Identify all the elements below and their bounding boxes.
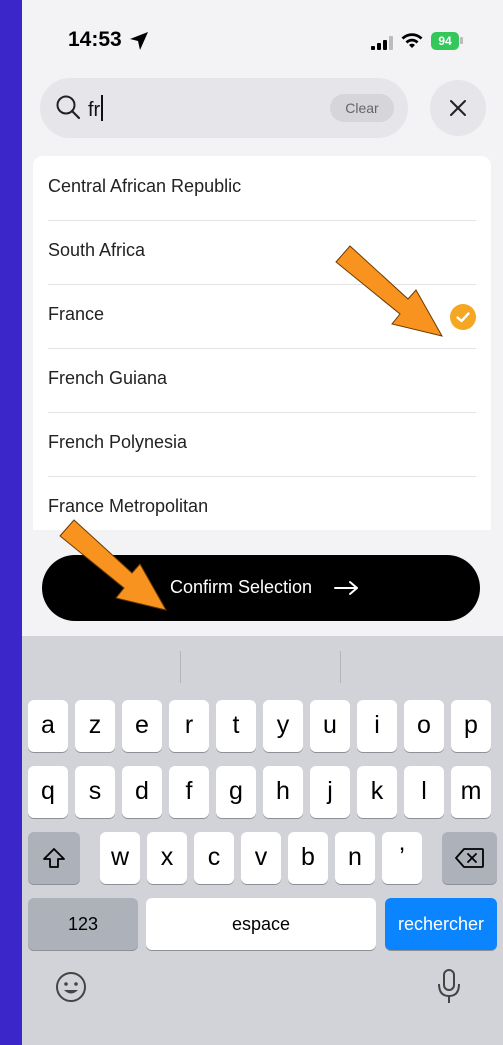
key-f[interactable]: f <box>169 766 209 818</box>
key-label: p <box>464 711 478 739</box>
key-label: x <box>160 843 174 871</box>
key-b[interactable]: b <box>288 832 328 884</box>
signal-icon <box>371 36 393 50</box>
key-u[interactable]: u <box>310 700 350 752</box>
key-label: z <box>88 711 102 739</box>
space-key[interactable]: espace <box>146 898 376 950</box>
key-label: m <box>460 777 482 805</box>
microphone-icon[interactable] <box>436 968 462 1006</box>
status-bar: 14:53 94 <box>22 0 503 80</box>
annotation-arrow-icon <box>335 245 444 337</box>
key-m[interactable]: m <box>451 766 491 818</box>
phone-screen: 14:53 94 fr Clear Central African Republ… <box>22 0 503 1045</box>
key-label: b <box>301 843 315 871</box>
key-label: c <box>207 843 221 871</box>
status-time: 14:53 <box>68 28 122 51</box>
key-label: g <box>229 777 243 805</box>
country-name: France Metropolitan <box>48 496 209 516</box>
key-k[interactable]: k <box>357 766 397 818</box>
search-icon <box>56 95 81 120</box>
key-n[interactable]: n <box>335 832 375 884</box>
close-button[interactable] <box>430 80 486 136</box>
key-y[interactable]: y <box>263 700 303 752</box>
search-input[interactable]: fr Clear <box>40 78 408 138</box>
close-icon <box>450 100 466 116</box>
suggestion-divider <box>340 651 341 683</box>
key-l[interactable]: l <box>404 766 444 818</box>
text-cursor <box>101 95 104 121</box>
key-z[interactable]: z <box>75 700 115 752</box>
key-q[interactable]: q <box>28 766 68 818</box>
clear-button[interactable]: Clear <box>330 94 394 122</box>
key-label: rechercher <box>397 914 485 934</box>
key-c[interactable]: c <box>194 832 234 884</box>
key-o[interactable]: o <box>404 700 444 752</box>
key-e[interactable]: e <box>122 700 162 752</box>
search-return-key[interactable]: rechercher <box>385 898 497 950</box>
key-label: k <box>370 777 384 805</box>
key-label: h <box>276 777 290 805</box>
key-h[interactable]: h <box>263 766 303 818</box>
key-apostrophe[interactable]: ’ <box>382 832 422 884</box>
key-label: ’ <box>399 843 405 871</box>
battery-indicator: 94 <box>431 32 459 50</box>
numbers-key[interactable]: 123 <box>28 898 138 950</box>
suggestion-divider <box>180 651 181 683</box>
key-label: q <box>41 777 55 805</box>
key-label: 123 <box>67 914 99 934</box>
key-label: l <box>421 777 427 805</box>
emoji-icon[interactable] <box>54 970 88 1004</box>
key-i[interactable]: i <box>357 700 397 752</box>
confirm-label: Confirm Selection <box>170 577 313 597</box>
search-query-text: fr <box>88 99 101 121</box>
key-label: e <box>135 711 149 739</box>
arrow-right-icon <box>334 581 358 595</box>
key-label: o <box>417 711 431 739</box>
key-a[interactable]: a <box>28 700 68 752</box>
country-list: Central African Republic South Africa Fr… <box>33 156 491 530</box>
country-item-french-guiana[interactable]: French Guiana <box>48 348 476 413</box>
key-label: j <box>327 777 333 805</box>
key-label: s <box>88 777 102 805</box>
key-label: y <box>276 711 290 739</box>
key-label: d <box>135 777 149 805</box>
checkmark-icon <box>450 304 476 330</box>
key-r[interactable]: r <box>169 700 209 752</box>
key-label: espace <box>231 914 291 934</box>
country-name: French Polynesia <box>48 432 188 452</box>
country-name: French Guiana <box>48 368 168 388</box>
country-item-french-polynesia[interactable]: French Polynesia <box>48 412 476 477</box>
key-w[interactable]: w <box>100 832 140 884</box>
key-label: f <box>185 777 193 805</box>
key-label: i <box>374 711 380 739</box>
annotation-arrow-icon <box>59 519 168 611</box>
country-name: Central African Republic <box>48 176 242 196</box>
backspace-icon <box>455 848 484 868</box>
delete-key[interactable] <box>442 832 497 884</box>
key-j[interactable]: j <box>310 766 350 818</box>
key-s[interactable]: s <box>75 766 115 818</box>
shift-icon <box>43 848 65 868</box>
key-label: r <box>184 711 194 739</box>
key-d[interactable]: d <box>122 766 162 818</box>
country-name: France <box>48 304 105 324</box>
key-x[interactable]: x <box>147 832 187 884</box>
country-name: South Africa <box>48 240 146 260</box>
key-label: u <box>323 711 337 739</box>
key-p[interactable]: p <box>451 700 491 752</box>
country-item-central-african-republic[interactable]: Central African Republic <box>48 156 476 221</box>
shift-key[interactable] <box>28 832 80 884</box>
location-arrow-icon <box>130 32 148 50</box>
battery-cap <box>460 37 463 44</box>
search-query: fr <box>88 95 104 122</box>
key-g[interactable]: g <box>216 766 256 818</box>
key-label: a <box>41 711 55 739</box>
key-label: v <box>254 843 268 871</box>
wifi-icon <box>401 33 423 48</box>
key-t[interactable]: t <box>216 700 256 752</box>
key-label: n <box>348 843 362 871</box>
key-v[interactable]: v <box>241 832 281 884</box>
key-label: w <box>110 843 130 871</box>
key-label: t <box>232 711 240 739</box>
